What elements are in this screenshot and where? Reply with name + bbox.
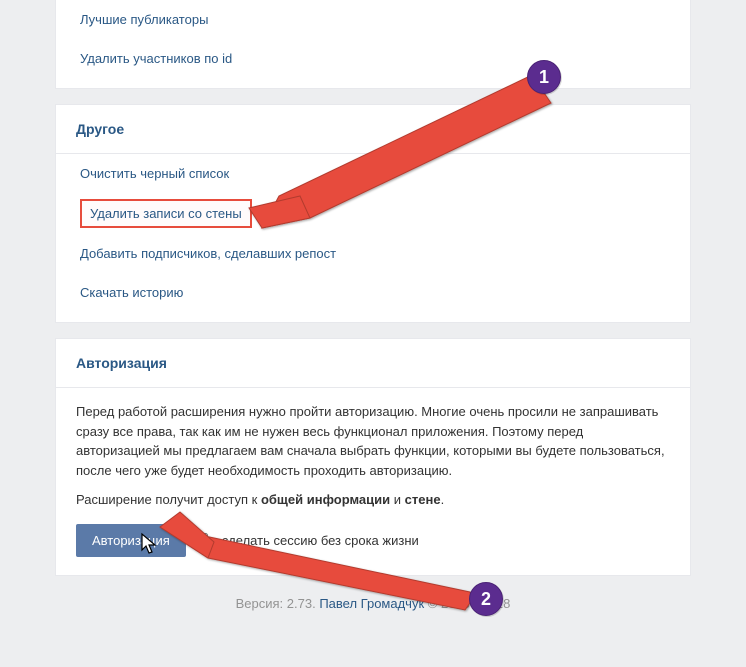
session-checkbox-wrap[interactable]: - сделать сессию без срока жизни bbox=[194, 533, 419, 548]
auth-action-row: Авторизация - сделать сессию без срока ж… bbox=[56, 524, 690, 575]
auth-panel: Авторизация Перед работой расширения нуж… bbox=[55, 338, 691, 576]
session-checkbox[interactable] bbox=[194, 533, 208, 547]
auth-button[interactable]: Авторизация bbox=[76, 524, 186, 557]
other-panel: Другое Очистить черный список Удалить зап… bbox=[55, 104, 691, 323]
session-checkbox-label: - сделать сессию без срока жизни bbox=[214, 533, 419, 548]
perm-general-info: общей информации bbox=[261, 492, 390, 507]
highlight-box: Удалить записи со стены bbox=[80, 199, 252, 228]
footer: Версия: 2.73. Павел Громадчук © 2016 - 2… bbox=[0, 596, 746, 611]
footer-version: Версия: 2.73. bbox=[236, 596, 316, 611]
top-links-panel: Лучшие публикаторы Удалить участников по… bbox=[55, 0, 691, 89]
other-link-3[interactable]: Скачать историю bbox=[56, 273, 690, 312]
perm-wall: стене bbox=[405, 492, 441, 507]
auth-header: Авторизация bbox=[56, 339, 690, 388]
other-header: Другое bbox=[56, 105, 690, 154]
other-link-2[interactable]: Добавить подписчиков, сделавших репост bbox=[56, 234, 690, 273]
perm-and: и bbox=[390, 492, 405, 507]
other-link-0[interactable]: Очистить черный список bbox=[56, 154, 690, 193]
auth-permissions: Расширение получит доступ к общей информ… bbox=[56, 480, 690, 524]
link-remove-members-by-id[interactable]: Удалить участников по id bbox=[56, 39, 690, 78]
perm-suffix: . bbox=[441, 492, 445, 507]
other-link-1[interactable]: Удалить записи со стены bbox=[56, 193, 690, 234]
link-top-publishers[interactable]: Лучшие публикаторы bbox=[56, 0, 690, 39]
perm-prefix: Расширение получит доступ к bbox=[76, 492, 261, 507]
footer-copyright: © 2016 - 2018 bbox=[428, 596, 511, 611]
auth-paragraph: Перед работой расширения нужно пройти ав… bbox=[56, 388, 690, 480]
footer-author-link[interactable]: Павел Громадчук bbox=[319, 596, 424, 611]
